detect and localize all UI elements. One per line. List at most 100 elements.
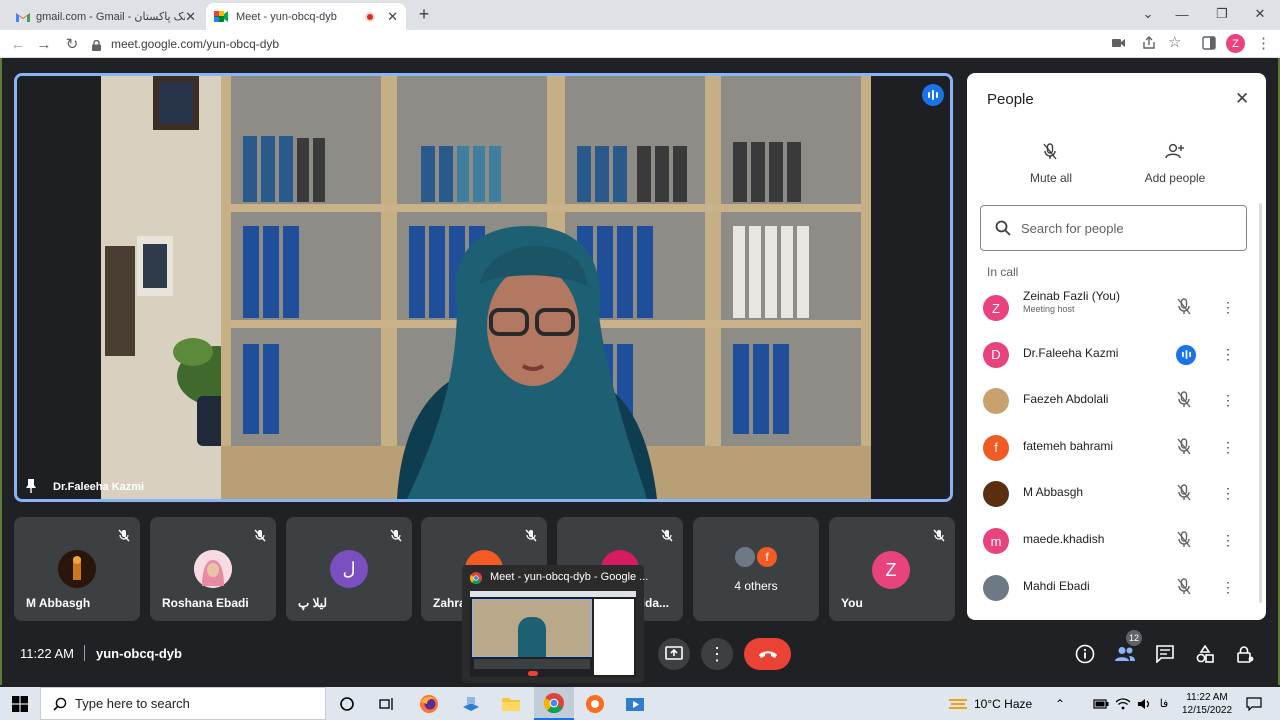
- mic-off-icon[interactable]: [1176, 391, 1192, 414]
- input-language[interactable]: فا: [1156, 687, 1172, 720]
- cortana-icon[interactable]: [334, 687, 360, 720]
- preview-thumbnail: [470, 591, 636, 677]
- mic-off-icon: [525, 529, 537, 542]
- profile-avatar[interactable]: Z: [1226, 34, 1245, 53]
- mute-all-button[interactable]: Mute all: [1019, 141, 1083, 185]
- show-hidden-icons[interactable]: ⌃: [1052, 687, 1068, 720]
- firefox-icon[interactable]: [414, 687, 444, 720]
- more-options-icon[interactable]: ⋮: [1221, 345, 1235, 363]
- search-icon: [995, 220, 1011, 236]
- address-bar[interactable]: meet.google.com/yun-obcq-dyb: [92, 33, 1272, 55]
- close-icon[interactable]: ✕: [1235, 89, 1249, 109]
- pin-icon: [25, 479, 37, 498]
- participant-row-role: Meeting host: [1023, 304, 1075, 314]
- participant-row[interactable]: D Dr.Faleeha Kazmi ⋮: [983, 334, 1253, 374]
- participant-row[interactable]: Z Zeinab Fazli (You) Meeting host ⋮: [983, 287, 1253, 327]
- taskbar-search-placeholder: Type here to search: [75, 696, 190, 711]
- activities-button[interactable]: [1189, 638, 1221, 670]
- participant-row[interactable]: Mahdi Ebadi ⋮: [983, 567, 1253, 607]
- taskbar-search-box[interactable]: Type here to search: [40, 687, 326, 720]
- taskbar-preview[interactable]: Meet - yun-obcq-dyb - Google ...: [462, 565, 648, 683]
- task-view-icon[interactable]: [374, 687, 400, 720]
- avatar: Z: [872, 551, 910, 589]
- battery-icon[interactable]: [1092, 687, 1110, 720]
- volume-icon[interactable]: [1136, 687, 1154, 720]
- clock-date: 12/15/2022: [1181, 704, 1233, 716]
- avatar: [733, 545, 757, 569]
- bookmark-star-icon[interactable]: ☆: [1168, 33, 1181, 51]
- main-video-tile[interactable]: Dr.Faleeha Kazmi: [14, 73, 953, 502]
- close-tab-icon[interactable]: ✕: [185, 9, 196, 25]
- forward-button[interactable]: →: [34, 34, 54, 54]
- others-tile[interactable]: f 4 others: [693, 517, 819, 621]
- people-panel: People ✕ Mute all Add people Search for …: [967, 73, 1266, 620]
- meeting-details-button[interactable]: [1069, 638, 1101, 670]
- add-people-button[interactable]: Add people: [1137, 141, 1213, 185]
- mic-off-icon[interactable]: [1176, 577, 1192, 601]
- more-options-icon[interactable]: ⋮: [1221, 438, 1235, 456]
- clock[interactable]: 11:22 AM 12/15/2022: [1176, 687, 1238, 720]
- weather-text[interactable]: 10°C Haze: [974, 687, 1038, 720]
- participant-name: lda...: [641, 596, 669, 610]
- start-button[interactable]: [0, 687, 40, 720]
- mute-all-label: Mute all: [1029, 171, 1073, 185]
- mic-off-icon[interactable]: [1176, 438, 1192, 461]
- more-options-icon[interactable]: ⋮: [1221, 578, 1235, 596]
- participant-name: Roshana Ebadi: [162, 596, 249, 610]
- url-text: meet.google.com/yun-obcq-dyb: [111, 37, 280, 51]
- close-window-button[interactable]: ✕: [1240, 0, 1280, 28]
- participant-row[interactable]: m maede.khadish ⋮: [983, 520, 1253, 560]
- participant-row-name: maede.khadish: [1023, 532, 1105, 546]
- mic-off-icon[interactable]: [1176, 531, 1192, 554]
- participant-row-name: fatemeh bahrami: [1023, 438, 1114, 453]
- search-people-field[interactable]: Search for people: [980, 205, 1247, 251]
- new-tab-button[interactable]: +: [414, 4, 434, 24]
- maximize-button[interactable]: ❐: [1202, 0, 1242, 28]
- back-button[interactable]: ←: [8, 34, 28, 54]
- close-tab-icon[interactable]: ✕: [387, 9, 398, 25]
- chrome-icon: [469, 571, 482, 589]
- search-people-placeholder: Search for people: [1021, 221, 1124, 236]
- participant-tile[interactable]: Roshana Ebadi: [150, 517, 276, 621]
- avatar: ل: [330, 550, 368, 588]
- more-options-icon[interactable]: ⋮: [1221, 391, 1235, 409]
- chat-button[interactable]: [1149, 638, 1181, 670]
- self-tile[interactable]: Z You: [829, 517, 955, 621]
- menu-icon[interactable]: ⋮: [1256, 34, 1271, 52]
- notifications-icon[interactable]: [1240, 687, 1268, 720]
- tab-meet[interactable]: Meet - yun-obcq-dyb ✕: [206, 3, 406, 30]
- present-button[interactable]: [658, 638, 690, 670]
- windows-taskbar: Type here to search 10°C Haze ⌃ فا 11:22…: [0, 687, 1280, 720]
- participant-tile[interactable]: ل لیلا پ: [286, 517, 412, 621]
- minimize-button[interactable]: —: [1162, 0, 1202, 28]
- tab-gmail[interactable]: gmail.com - Gmail - لینک پاکستان ✕: [8, 3, 204, 30]
- share-icon[interactable]: [1142, 36, 1156, 55]
- file-explorer-icon[interactable]: [496, 687, 526, 720]
- avatar: Z: [983, 295, 1009, 321]
- tab-strip: gmail.com - Gmail - لینک پاکستان ✕ Meet …: [0, 0, 1280, 30]
- media-app-icon[interactable]: [620, 687, 650, 720]
- more-options-button[interactable]: ⋮: [701, 638, 733, 670]
- messenger-app-icon[interactable]: [580, 687, 610, 720]
- avatar: [58, 550, 96, 588]
- upload-app-icon[interactable]: [456, 687, 486, 720]
- more-options-icon[interactable]: ⋮: [1221, 298, 1235, 316]
- side-panel-icon[interactable]: [1202, 36, 1216, 55]
- mic-off-icon: [1043, 143, 1057, 160]
- scrollbar[interactable]: [1259, 203, 1262, 603]
- participant-count-badge: 12: [1126, 630, 1142, 646]
- wifi-icon[interactable]: [1114, 687, 1132, 720]
- camera-in-use-icon[interactable]: [1112, 36, 1126, 54]
- participant-tile[interactable]: M Abbasgh: [14, 517, 140, 621]
- participant-row[interactable]: f fatemeh bahrami ⋮: [983, 427, 1253, 467]
- more-options-icon[interactable]: ⋮: [1221, 531, 1235, 549]
- mic-off-icon[interactable]: [1176, 484, 1192, 507]
- chrome-taskbar-icon[interactable]: [534, 687, 574, 720]
- more-options-icon[interactable]: ⋮: [1221, 484, 1235, 502]
- mic-off-icon[interactable]: [1176, 298, 1192, 321]
- participant-row[interactable]: M Abbasgh ⋮: [983, 473, 1253, 513]
- reload-button[interactable]: ↻: [62, 34, 82, 54]
- participant-row[interactable]: Faezeh Abdolali ⋮: [983, 380, 1253, 420]
- host-controls-button[interactable]: [1229, 638, 1261, 670]
- end-call-button[interactable]: [744, 638, 791, 670]
